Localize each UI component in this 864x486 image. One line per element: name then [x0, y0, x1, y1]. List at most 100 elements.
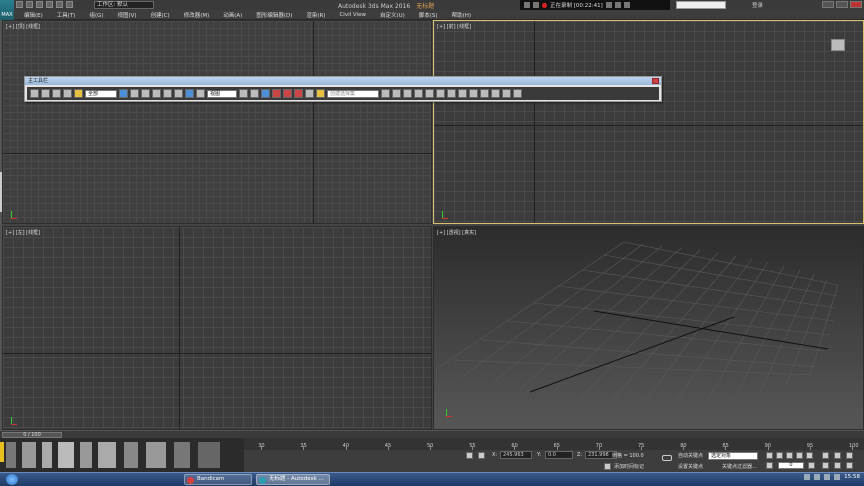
new-file-icon[interactable]: [16, 1, 23, 8]
recorder-grid-icon[interactable]: [524, 2, 530, 8]
select-and-link-icon[interactable]: [52, 89, 61, 98]
go-to-start-icon[interactable]: [766, 452, 773, 459]
auto-key-button[interactable]: 自动关键点: [678, 452, 703, 459]
workspace-dropdown[interactable]: 工作区: 默认: [94, 1, 154, 9]
viewport-perspective[interactable]: [+] [透视] [真实]: [433, 226, 864, 430]
reference-coordinate-dropdown[interactable]: 视图: [207, 89, 237, 98]
previous-frame-icon[interactable]: [776, 452, 783, 459]
pause-icon[interactable]: [605, 2, 612, 8]
menu-tools[interactable]: 工具(T): [57, 11, 76, 19]
set-key-button[interactable]: 设置关键点: [678, 463, 703, 470]
render-setup-icon[interactable]: [469, 89, 478, 98]
go-to-end-icon[interactable]: [806, 452, 813, 459]
viewport-label-top[interactable]: [+] [顶] [线框]: [6, 23, 40, 30]
menu-scripting[interactable]: 脚本(S): [419, 11, 438, 19]
pan-view-icon[interactable]: [834, 462, 841, 469]
redo-icon[interactable]: [56, 1, 63, 8]
time-configuration-icon[interactable]: [808, 462, 815, 469]
time-tag-icon[interactable]: [604, 463, 611, 470]
tray-icon[interactable]: [804, 474, 811, 480]
rectangular-selection-icon[interactable]: [141, 89, 150, 98]
named-selection-sets-dropdown[interactable]: 创建选择集: [327, 89, 379, 98]
edit-named-selection-icon[interactable]: [316, 89, 325, 98]
camera-icon[interactable]: [623, 2, 630, 8]
select-by-name-icon[interactable]: [130, 89, 139, 98]
layer-explorer-icon[interactable]: [414, 89, 423, 98]
select-and-scale-icon[interactable]: [185, 89, 194, 98]
a360-gallery-icon[interactable]: [513, 89, 522, 98]
menu-modifiers[interactable]: 修改器(M): [184, 11, 210, 19]
time-slider[interactable]: 0 / 100: [0, 430, 864, 438]
maxscript-listener-mini[interactable]: [0, 438, 244, 472]
app-logo[interactable]: MAX: [0, 0, 14, 20]
set-key-icon[interactable]: [662, 455, 672, 461]
taskbar-item-bandicam[interactable]: Bandicam: [184, 474, 252, 485]
selection-lock-icon[interactable]: [466, 452, 473, 459]
selected-object-dropdown[interactable]: 选定对象: [708, 452, 758, 460]
viewport-label-front[interactable]: [+] [前] [线框]: [437, 23, 471, 30]
zoom-icon[interactable]: [822, 452, 829, 459]
select-and-manipulate-icon[interactable]: [250, 89, 259, 98]
menu-edit[interactable]: 编辑(E): [24, 11, 43, 19]
main-toolbar-title[interactable]: 主工具栏: [25, 77, 661, 85]
viewcube-icon[interactable]: [831, 39, 845, 51]
next-frame-icon[interactable]: [796, 452, 803, 459]
close-button[interactable]: [850, 1, 862, 8]
main-toolbar[interactable]: 主工具栏 全部 视图 创建选择集: [24, 76, 662, 102]
angle-snap-icon[interactable]: [283, 89, 292, 98]
x-coordinate-field[interactable]: 245.963: [500, 451, 532, 459]
viewport-label-left[interactable]: [+] [左] [线框]: [6, 229, 40, 236]
menu-create[interactable]: 创建(C): [151, 11, 170, 19]
add-time-tag[interactable]: 添加时间标记: [614, 463, 644, 470]
absolute-mode-icon[interactable]: [478, 452, 485, 459]
snaps-toggle-icon[interactable]: [272, 89, 281, 98]
menu-civil-view[interactable]: Civil View: [339, 12, 365, 18]
field-of-view-icon[interactable]: [822, 462, 829, 469]
mirror-icon[interactable]: [381, 89, 390, 98]
viewport-top[interactable]: [+] [顶] [线框]: [2, 20, 432, 224]
volume-icon[interactable]: [834, 474, 841, 480]
schematic-view-icon[interactable]: [447, 89, 456, 98]
redo-icon[interactable]: [41, 89, 50, 98]
key-filters-button[interactable]: 关键点过滤器...: [722, 463, 757, 470]
undo-icon[interactable]: [46, 1, 53, 8]
selection-filter-dropdown[interactable]: 全部: [85, 89, 117, 98]
select-object-icon[interactable]: [119, 89, 128, 98]
main-toolbar-close-button[interactable]: [652, 78, 659, 84]
y-coordinate-field[interactable]: 0.0: [545, 451, 573, 459]
menu-group[interactable]: 组(G): [89, 11, 103, 19]
zoom-all-icon[interactable]: [834, 452, 841, 459]
orbit-icon[interactable]: [846, 462, 853, 469]
bind-space-warp-icon[interactable]: [74, 89, 83, 98]
menu-help[interactable]: 帮助(H): [452, 11, 471, 19]
rendered-frame-window-icon[interactable]: [480, 89, 489, 98]
tray-icon[interactable]: [814, 474, 821, 480]
scene-explorer-icon[interactable]: [403, 89, 412, 98]
menu-customize[interactable]: 自定义(U): [380, 11, 405, 19]
viewport-left[interactable]: [+] [左] [线框]: [2, 226, 432, 430]
curve-editor-icon[interactable]: [436, 89, 445, 98]
window-crossing-icon[interactable]: [152, 89, 161, 98]
taskbar-item-3dsmax[interactable]: 无标题 - Autodesk ...: [256, 474, 330, 485]
menu-graph-editors[interactable]: 图形编辑器(D): [256, 11, 292, 19]
render-in-cloud-icon[interactable]: [502, 89, 511, 98]
menu-views[interactable]: 视图(V): [118, 11, 137, 19]
toggle-ribbon-icon[interactable]: [425, 89, 434, 98]
minimize-button[interactable]: [822, 1, 834, 8]
save-file-icon[interactable]: [36, 1, 43, 8]
menu-rendering[interactable]: 渲染(R): [306, 11, 325, 19]
open-file-icon[interactable]: [26, 1, 33, 8]
select-and-rotate-icon[interactable]: [174, 89, 183, 98]
search-input[interactable]: [676, 1, 726, 9]
select-and-place-icon[interactable]: [196, 89, 205, 98]
key-mode-toggle-icon[interactable]: [766, 462, 773, 469]
spinner-snap-icon[interactable]: [305, 89, 314, 98]
viewport-front[interactable]: [+] [前] [线框]: [433, 20, 864, 224]
start-button[interactable]: [6, 474, 18, 485]
zoom-extents-icon[interactable]: [846, 452, 853, 459]
percent-snap-icon[interactable]: [294, 89, 303, 98]
pivot-center-icon[interactable]: [239, 89, 248, 98]
keyboard-shortcut-override-icon[interactable]: [261, 89, 270, 98]
login-link[interactable]: 登录: [752, 1, 763, 9]
maximize-button[interactable]: [836, 1, 848, 8]
